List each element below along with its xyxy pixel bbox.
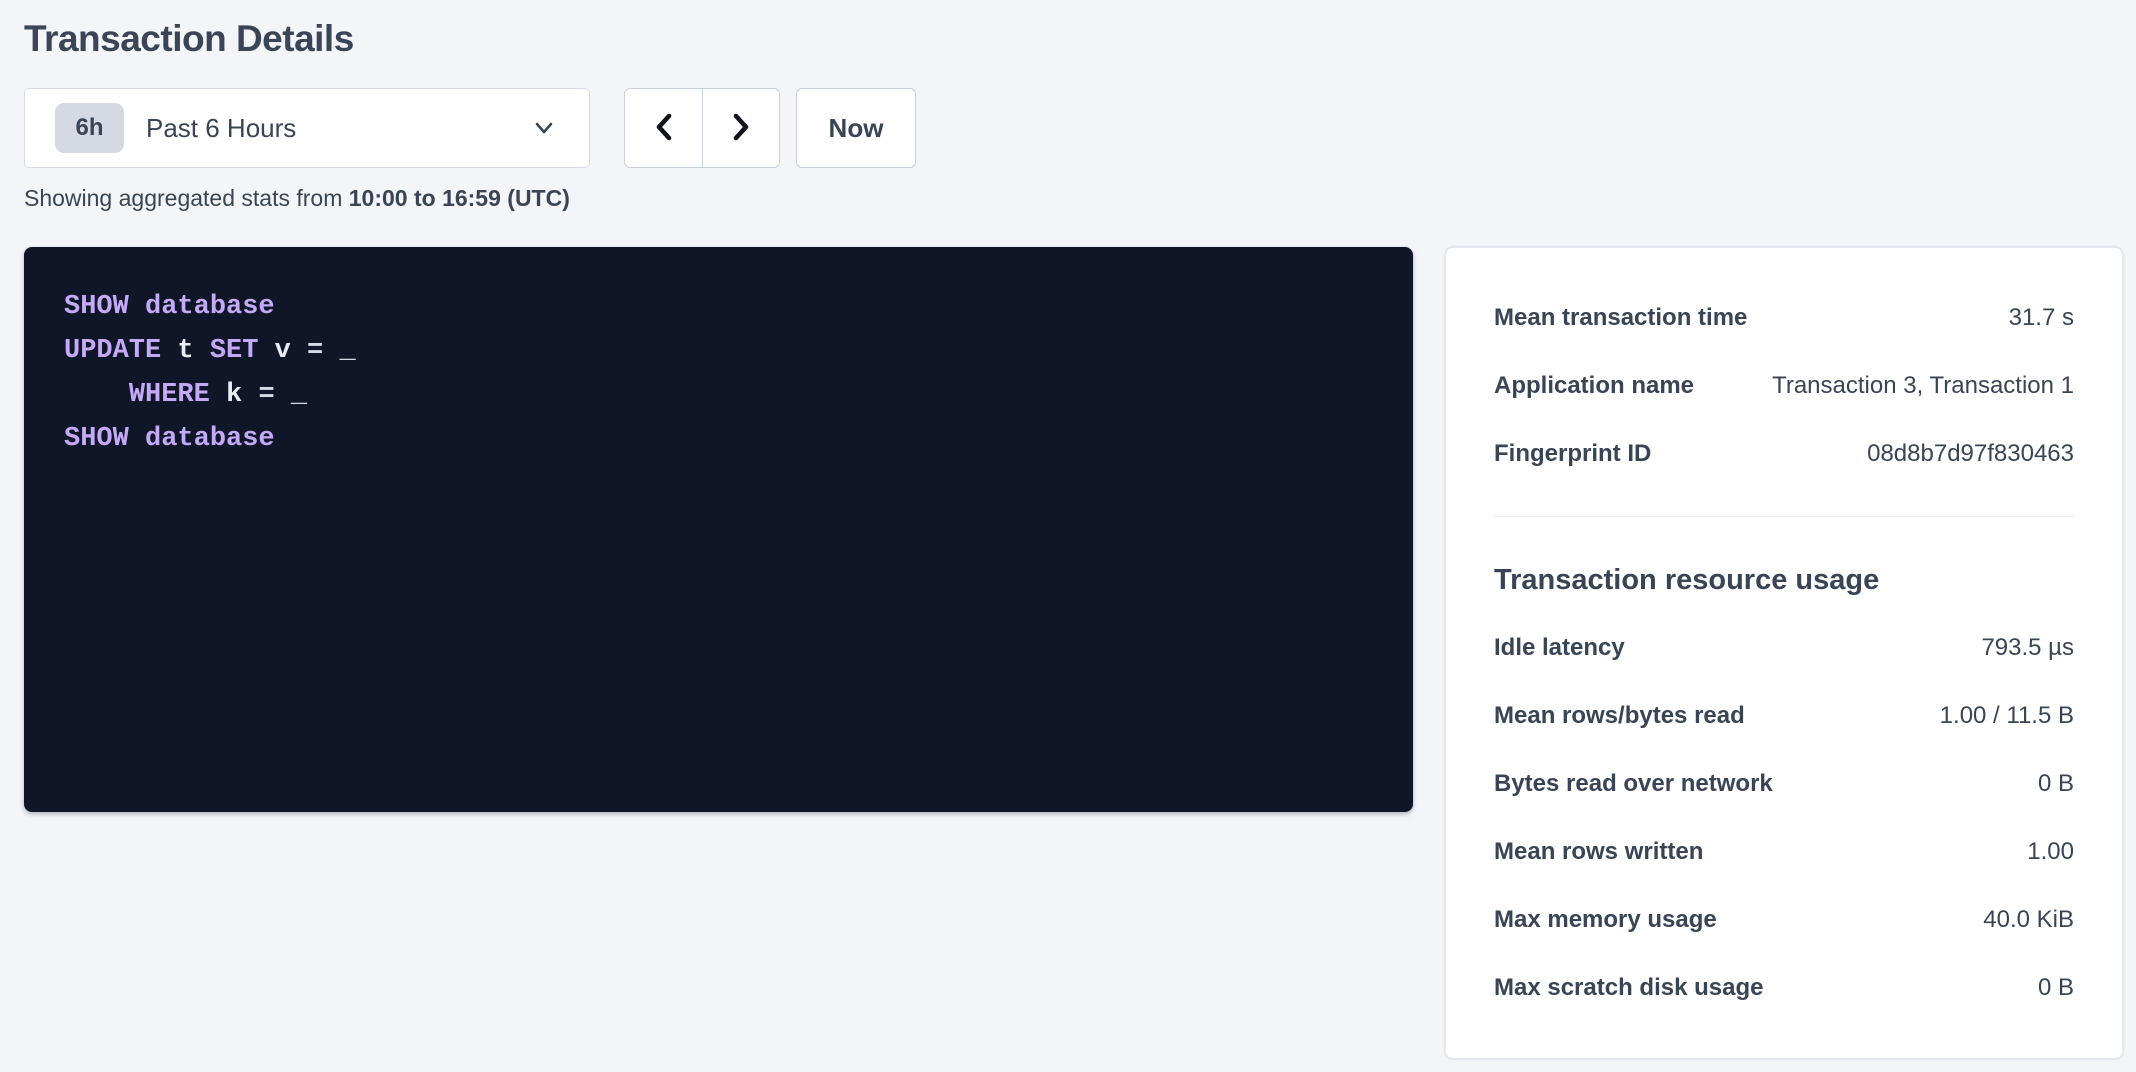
resource-rows: Idle latency 793.5 µs Mean rows/bytes read…	[1494, 614, 2074, 1022]
caption-range: 10:00 to 16:59 (UTC)	[349, 185, 570, 211]
chevron-left-icon	[648, 109, 680, 148]
sql-token: UPDATE	[64, 336, 161, 366]
stat-label: Mean rows written	[1494, 838, 1723, 866]
stat-label: Max scratch disk usage	[1494, 974, 1783, 1002]
stat-row: Fingerprint ID 08d8b7d97f830463	[1494, 420, 2074, 488]
sql-token: k	[210, 380, 259, 410]
sql-statements-box: SHOW databaseUPDATE t SET v = _ WHERE k …	[24, 247, 1413, 812]
time-range-badge: 6h	[55, 103, 124, 153]
stat-row: Max scratch disk usage 0 B	[1494, 954, 2074, 1022]
stat-value: 0 B	[2038, 770, 2074, 798]
time-range-dropdown[interactable]: 6h Past 6 Hours	[24, 88, 590, 168]
time-controls: 6h Past 6 Hours	[24, 88, 2136, 168]
stat-row: Idle latency 793.5 µs	[1494, 614, 2074, 682]
stat-label: Mean rows/bytes read	[1494, 702, 1765, 730]
sql-line: UPDATE t SET v = _	[64, 329, 1373, 373]
stat-value: 793.5 µs	[1981, 634, 2074, 662]
sql-token: SHOW	[64, 424, 129, 454]
sql-token	[129, 292, 145, 322]
caption-prefix: Showing aggregated stats from	[24, 185, 349, 211]
prev-range-button[interactable]	[625, 89, 702, 167]
summary-panel: Mean transaction time 31.7 s Application n…	[1445, 247, 2123, 1059]
stat-value: 1.00 / 11.5 B	[1940, 702, 2074, 730]
stat-value: 40.0 KiB	[1983, 906, 2074, 934]
sql-token: SHOW	[64, 292, 129, 322]
stat-row: Bytes read over network 0 B	[1494, 750, 2074, 818]
stat-label: Bytes read over network	[1494, 770, 1793, 798]
main-content: SHOW databaseUPDATE t SET v = _ WHERE k …	[24, 247, 2136, 1059]
summary-rows: Mean transaction time 31.7 s Application n…	[1494, 284, 2074, 488]
sql-token: v	[258, 336, 307, 366]
chevron-down-icon	[529, 113, 559, 143]
sql-token: t	[161, 336, 210, 366]
stat-label: Max memory usage	[1494, 906, 1737, 934]
stat-value: 1.00	[2027, 838, 2074, 866]
sql-line: WHERE k = _	[64, 373, 1373, 417]
panel-divider	[1494, 516, 2074, 517]
sql-token: SET	[210, 336, 259, 366]
sql-token: = _	[307, 336, 356, 366]
stat-row: Max memory usage 40.0 KiB	[1494, 886, 2074, 954]
stat-row: Mean rows written 1.00	[1494, 818, 2074, 886]
sql-token: database	[145, 292, 275, 322]
now-button[interactable]: Now	[796, 88, 916, 168]
page-title: Transaction Details	[24, 16, 2136, 62]
stat-value: 08d8b7d97f830463	[1867, 440, 2074, 468]
transaction-details-page: Transaction Details 6h Past 6 Hours	[0, 0, 2136, 1059]
stat-row: Mean rows/bytes read 1.00 / 11.5 B	[1494, 682, 2074, 750]
resource-usage-heading: Transaction resource usage	[1494, 560, 2074, 600]
time-range-label: Past 6 Hours	[146, 113, 296, 144]
stat-value: Transaction 3, Transaction 1	[1772, 372, 2074, 400]
sql-token	[129, 424, 145, 454]
sql-line: SHOW database	[64, 285, 1373, 329]
sql-token: database	[145, 424, 275, 454]
stat-value: 31.7 s	[2009, 304, 2074, 332]
sql-line: SHOW database	[64, 417, 1373, 461]
sql-token: WHERE	[129, 380, 210, 410]
stat-row: Mean transaction time 31.7 s	[1494, 284, 2074, 352]
sql-token	[64, 380, 129, 410]
stat-value: 0 B	[2038, 974, 2074, 1002]
stat-label: Fingerprint ID	[1494, 440, 1671, 468]
stat-label: Application name	[1494, 372, 1714, 400]
aggregated-stats-caption: Showing aggregated stats from 10:00 to 1…	[24, 184, 2136, 212]
stat-label: Mean transaction time	[1494, 304, 1767, 332]
stat-row: Application name Transaction 3, Transacti…	[1494, 352, 2074, 420]
sql-token: = _	[258, 380, 307, 410]
next-range-button[interactable]	[702, 89, 779, 167]
stat-label: Idle latency	[1494, 634, 1645, 662]
time-range-stepper	[624, 88, 780, 168]
chevron-right-icon	[725, 109, 757, 148]
